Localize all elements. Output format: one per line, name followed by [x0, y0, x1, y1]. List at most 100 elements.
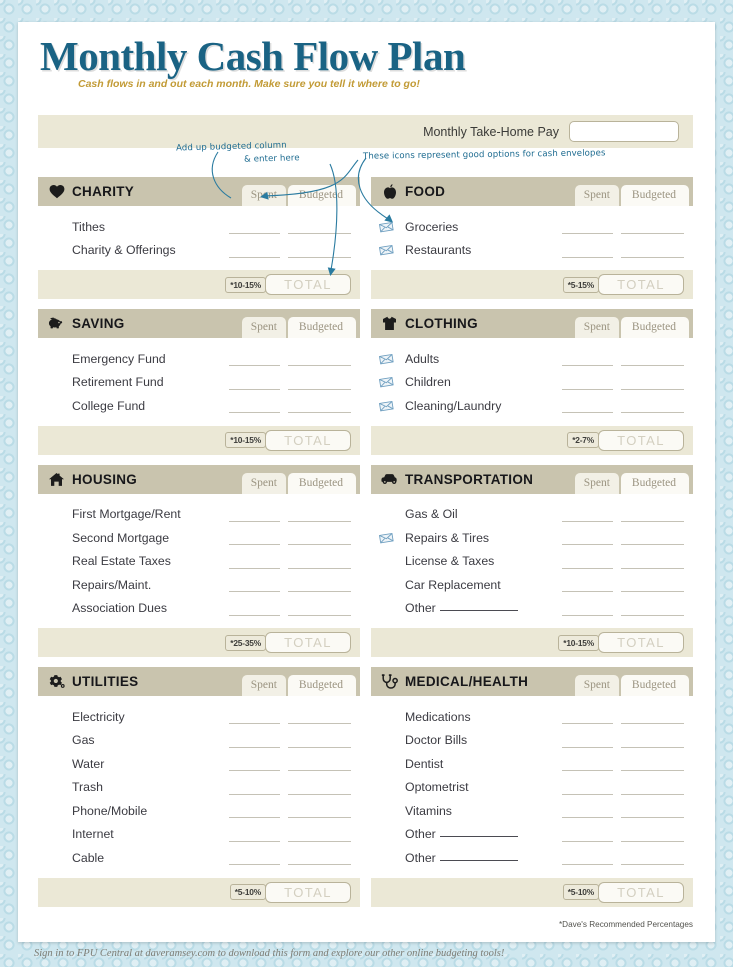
- spent-field[interactable]: [562, 398, 613, 414]
- spent-field[interactable]: [562, 219, 613, 235]
- take-home-pay-input[interactable]: [569, 121, 679, 142]
- spent-field[interactable]: [562, 507, 613, 522]
- spent-field[interactable]: [562, 709, 613, 725]
- total-field[interactable]: TOTAL: [265, 274, 351, 295]
- budgeted-field[interactable]: [621, 756, 684, 772]
- spent-field[interactable]: [562, 827, 613, 842]
- budgeted-field[interactable]: [621, 375, 684, 390]
- spent-field[interactable]: [229, 709, 280, 725]
- tab-budgeted[interactable]: Budgeted: [620, 472, 689, 494]
- tab-budgeted[interactable]: Budgeted: [287, 472, 356, 494]
- budgeted-field[interactable]: [288, 554, 351, 569]
- budgeted-field[interactable]: [288, 375, 351, 390]
- tab-budgeted[interactable]: Budgeted: [620, 185, 689, 206]
- total-field[interactable]: TOTAL: [265, 429, 351, 451]
- spent-field[interactable]: [229, 351, 280, 367]
- tab-spent[interactable]: Spent: [241, 675, 286, 696]
- budgeted-field[interactable]: [288, 601, 351, 616]
- budgeted-field[interactable]: [288, 827, 351, 842]
- spent-field[interactable]: [229, 803, 280, 819]
- spent-field[interactable]: [229, 577, 280, 593]
- tab-spent[interactable]: Spent: [574, 317, 619, 338]
- spent-field[interactable]: [229, 850, 280, 866]
- write-in-line[interactable]: [439, 859, 518, 861]
- spent-field[interactable]: [229, 756, 280, 772]
- tab-budgeted[interactable]: Budgeted: [287, 185, 356, 206]
- tab-spent[interactable]: Spent: [241, 472, 286, 494]
- spent-field[interactable]: [562, 850, 613, 866]
- budgeted-field[interactable]: [288, 351, 351, 367]
- budgeted-field[interactable]: [288, 398, 351, 414]
- write-in-line[interactable]: [439, 610, 518, 612]
- budgeted-field[interactable]: [621, 827, 684, 842]
- spent-field[interactable]: [229, 780, 280, 795]
- spent-field[interactable]: [562, 375, 613, 390]
- budgeted-field[interactable]: [621, 709, 684, 725]
- spent-field[interactable]: [229, 507, 280, 522]
- budgeted-field[interactable]: [288, 780, 351, 795]
- spent-field[interactable]: [229, 530, 280, 546]
- tab-spent[interactable]: Spent: [574, 675, 619, 696]
- budgeted-field[interactable]: [288, 803, 351, 819]
- budgeted-field[interactable]: [288, 577, 351, 593]
- budgeted-field[interactable]: [621, 554, 684, 569]
- spent-field[interactable]: [562, 351, 613, 367]
- spent-field[interactable]: [229, 827, 280, 842]
- budgeted-field[interactable]: [621, 803, 684, 819]
- spent-field[interactable]: [229, 733, 280, 748]
- section-title: MEDICAL/HEALTH: [405, 674, 529, 689]
- tab-spent[interactable]: Spent: [241, 317, 286, 338]
- budgeted-field[interactable]: [288, 850, 351, 866]
- budgeted-field[interactable]: [288, 507, 351, 522]
- budgeted-field[interactable]: [621, 507, 684, 522]
- budgeted-field[interactable]: [621, 243, 684, 258]
- total-field[interactable]: TOTAL: [598, 881, 684, 903]
- total-field[interactable]: TOTAL: [598, 632, 684, 653]
- budgeted-field[interactable]: [621, 577, 684, 593]
- spent-field[interactable]: [229, 398, 280, 414]
- tab-spent[interactable]: Spent: [574, 472, 619, 494]
- spent-field[interactable]: [562, 733, 613, 748]
- line-item-label: Other: [395, 827, 562, 841]
- budgeted-field[interactable]: [621, 351, 684, 367]
- spent-field[interactable]: [562, 756, 613, 772]
- tab-budgeted[interactable]: Budgeted: [287, 675, 356, 696]
- tab-spent[interactable]: Spent: [574, 185, 619, 206]
- total-field[interactable]: TOTAL: [265, 881, 351, 903]
- total-field[interactable]: TOTAL: [265, 632, 351, 653]
- budgeted-field[interactable]: [621, 601, 684, 616]
- budgeted-field[interactable]: [621, 398, 684, 414]
- spent-field[interactable]: [562, 577, 613, 593]
- tab-budgeted[interactable]: Budgeted: [287, 317, 356, 338]
- spent-field[interactable]: [562, 601, 613, 616]
- budgeted-field[interactable]: [288, 709, 351, 725]
- spent-field[interactable]: [229, 243, 280, 258]
- budgeted-field[interactable]: [288, 756, 351, 772]
- spent-field[interactable]: [562, 530, 613, 546]
- line-item-label: Internet: [62, 827, 229, 841]
- budgeted-field[interactable]: [288, 219, 351, 235]
- total-field[interactable]: TOTAL: [598, 429, 684, 451]
- budgeted-field[interactable]: [621, 733, 684, 748]
- tab-budgeted[interactable]: Budgeted: [620, 675, 689, 696]
- total-field[interactable]: TOTAL: [598, 274, 684, 295]
- budgeted-field[interactable]: [621, 850, 684, 866]
- budgeted-field[interactable]: [621, 219, 684, 235]
- budgeted-field[interactable]: [288, 243, 351, 258]
- spent-field[interactable]: [562, 780, 613, 795]
- budgeted-field[interactable]: [288, 733, 351, 748]
- spent-field[interactable]: [562, 243, 613, 258]
- budgeted-field[interactable]: [288, 530, 351, 546]
- spent-field[interactable]: [229, 219, 280, 235]
- spent-field[interactable]: [229, 375, 280, 390]
- tab-spent[interactable]: Spent: [241, 185, 286, 206]
- spent-field[interactable]: [229, 554, 280, 569]
- tab-budgeted[interactable]: Budgeted: [620, 317, 689, 338]
- budgeted-field[interactable]: [621, 780, 684, 795]
- budgeted-field[interactable]: [621, 530, 684, 546]
- write-in-line[interactable]: [439, 836, 518, 838]
- section-header-transportation: TRANSPORTATION Spent Budgeted: [371, 464, 693, 494]
- spent-field[interactable]: [562, 803, 613, 819]
- spent-field[interactable]: [229, 601, 280, 616]
- spent-field[interactable]: [562, 554, 613, 569]
